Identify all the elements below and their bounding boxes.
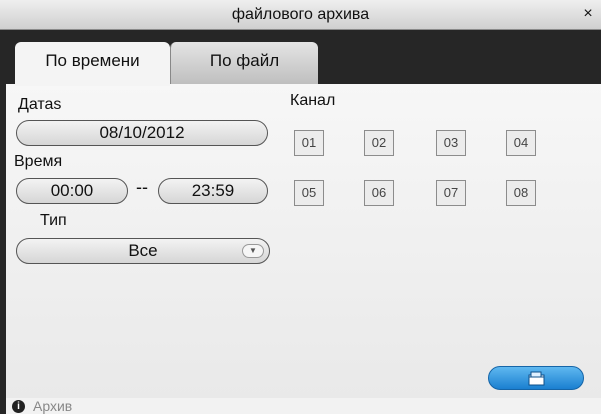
time-label: Время bbox=[14, 153, 63, 170]
type-select[interactable]: Все ▼ bbox=[16, 238, 270, 264]
search-panel: Датаs 08/10/2012 Время 00:00 -- 23:59 Ти… bbox=[6, 84, 601, 398]
info-icon: i bbox=[12, 400, 25, 413]
date-label: Датаs bbox=[18, 96, 62, 113]
channel-checkbox-02[interactable]: 02 bbox=[364, 130, 394, 156]
folder-open-icon bbox=[528, 371, 545, 386]
date-field[interactable]: 08/10/2012 bbox=[16, 120, 268, 146]
open-archive-button[interactable] bbox=[488, 366, 584, 390]
channel-checkbox-01[interactable]: 01 bbox=[294, 130, 324, 156]
chevron-down-icon: ▼ bbox=[242, 244, 264, 258]
status-text: Архив bbox=[33, 398, 73, 414]
channel-checkbox-07[interactable]: 07 bbox=[436, 180, 466, 206]
channel-checkbox-06[interactable]: 06 bbox=[364, 180, 394, 206]
tab-by-file[interactable]: По файл bbox=[170, 42, 318, 84]
channel-checkbox-08[interactable]: 08 bbox=[506, 180, 536, 206]
time-from-field[interactable]: 00:00 bbox=[16, 178, 128, 204]
channel-checkbox-03[interactable]: 03 bbox=[436, 130, 466, 156]
type-select-value: Все bbox=[128, 241, 158, 260]
status-bar: i Архив bbox=[6, 398, 601, 414]
type-label: Тип bbox=[40, 212, 67, 229]
channel-checkbox-05[interactable]: 05 bbox=[294, 180, 324, 206]
time-to-field[interactable]: 23:59 bbox=[158, 178, 268, 204]
tab-by-time[interactable]: По времени bbox=[15, 42, 170, 86]
title-bar: файлового архива × bbox=[0, 0, 601, 30]
window-title: файлового архива bbox=[231, 6, 370, 23]
close-icon[interactable]: × bbox=[581, 5, 595, 23]
time-separator: -- bbox=[136, 177, 148, 197]
file-archive-window: файлового архива × По времени По файл Да… bbox=[0, 0, 601, 414]
channel-checkbox-04[interactable]: 04 bbox=[506, 130, 536, 156]
channel-label: Канал bbox=[290, 92, 336, 109]
